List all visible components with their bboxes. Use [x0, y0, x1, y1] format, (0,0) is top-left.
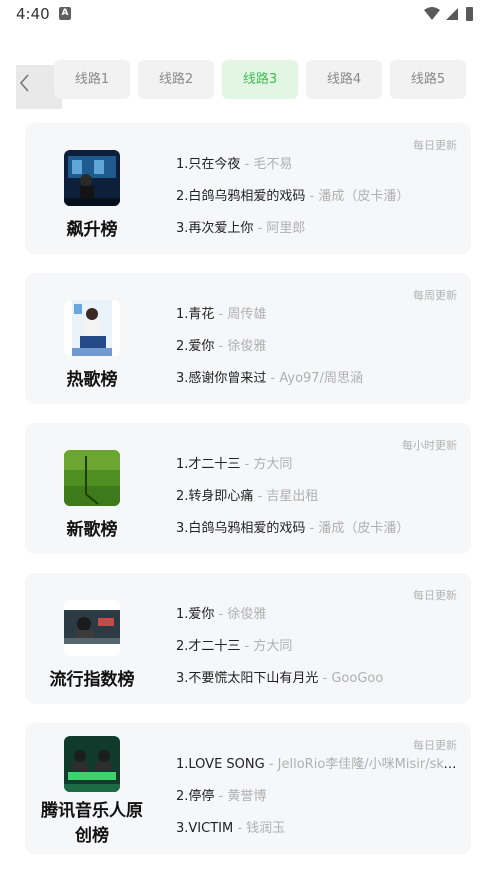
song-title: 3.不要慌太阳下山有月光 [176, 671, 319, 686]
system-status-icons [424, 7, 473, 21]
notification-icon: A [59, 7, 71, 20]
song-list: 1.青花 - 周传雄 2.爱你 - 徐俊雅 3.感谢你曾来过 - Ayo97/周… [176, 303, 464, 399]
chart-cover-image [64, 300, 120, 356]
chevron-left-icon [19, 74, 29, 92]
song-artist: - JelloRio李佳隆/小咪Misir/skysli... [264, 757, 464, 772]
chart-title: 新歌榜 [66, 520, 118, 540]
song-artist: - 潘成（皮卡潘） [305, 521, 410, 536]
song-artist: - 毛不易 [240, 157, 293, 172]
update-frequency: 每日更新 [413, 589, 457, 602]
song-artist: - 徐俊雅 [214, 339, 267, 354]
song-title: 2.白鸽乌鸦相爱的戏码 [176, 189, 306, 204]
song-title: 1.才二十三 [176, 457, 241, 472]
update-frequency: 每日更新 [413, 139, 457, 152]
wifi-icon [424, 7, 440, 20]
chart-card-pop-index[interactable]: 每日更新 流行指数榜 1.爱你 - 徐俊雅 2.才二十三 - 方大同 3.不要慌… [25, 573, 471, 704]
song-title: 2.爱你 [176, 339, 215, 354]
route-tabs: 线路1 线路2 线路3 线路4 线路5 [0, 56, 496, 109]
song-artist: - GooGoo [318, 671, 384, 686]
chart-title: 腾讯音乐人原创榜 [41, 801, 143, 846]
song-artist: - 方大同 [240, 457, 293, 472]
song-title: 2.才二十三 [176, 639, 241, 654]
tab-route-2[interactable]: 线路2 [138, 60, 214, 99]
song-title: 2.转身即心痛 [176, 489, 254, 504]
song-artist: - 黄誉博 [214, 789, 267, 804]
tab-route-1[interactable]: 线路1 [54, 60, 130, 99]
song-artist: - 徐俊雅 [214, 607, 267, 622]
song-item[interactable]: 3.感谢你曾来过 - Ayo97/周思涵 [176, 367, 464, 399]
song-item[interactable]: 2.才二十三 - 方大同 [176, 635, 464, 667]
song-item[interactable]: 2.白鸽乌鸦相爱的戏码 - 潘成（皮卡潘） [176, 185, 464, 217]
status-time: 4:40 [16, 5, 50, 23]
song-item[interactable]: 3.VICTIM - 钱润玉 [176, 817, 464, 849]
update-frequency: 每周更新 [413, 289, 457, 302]
song-title: 3.VICTIM [176, 821, 234, 836]
song-item[interactable]: 3.白鸽乌鸦相爱的戏码 - 潘成（皮卡潘） [176, 517, 464, 549]
song-artist: - 周传雄 [214, 307, 267, 322]
song-item[interactable]: 3.再次爱上你 - 阿里郎 [176, 217, 464, 249]
song-item[interactable]: 1.只在今夜 - 毛不易 [176, 153, 464, 185]
song-artist: - 钱润玉 [233, 821, 286, 836]
song-item[interactable]: 1.LOVE SONG - JelloRio李佳隆/小咪Misir/skysli… [176, 753, 464, 785]
song-list: 1.LOVE SONG - JelloRio李佳隆/小咪Misir/skysli… [176, 753, 464, 849]
song-item[interactable]: 3.不要慌太阳下山有月光 - GooGoo [176, 667, 464, 699]
song-title: 1.只在今夜 [176, 157, 241, 172]
song-artist: - 方大同 [240, 639, 293, 654]
song-list: 1.只在今夜 - 毛不易 2.白鸽乌鸦相爱的戏码 - 潘成（皮卡潘） 3.再次爱… [176, 153, 464, 249]
update-frequency: 每日更新 [413, 739, 457, 752]
tab-route-4[interactable]: 线路4 [306, 60, 382, 99]
song-title: 1.爱你 [176, 607, 215, 622]
song-artist: - 吉星出租 [253, 489, 319, 504]
chart-card-new[interactable]: 每小时更新 新歌榜 1.才二十三 - 方大同 2.转身即心痛 - 吉星出租 3.… [25, 423, 471, 554]
chart-cover-image [64, 600, 120, 656]
song-artist: - 阿里郎 [253, 221, 306, 236]
song-item[interactable]: 1.青花 - 周传雄 [176, 303, 464, 335]
status-bar: 4:40 A [0, 0, 496, 28]
battery-icon [466, 7, 473, 21]
song-item[interactable]: 2.爱你 - 徐俊雅 [176, 335, 464, 367]
song-title: 1.LOVE SONG [176, 757, 265, 772]
song-title: 3.白鸽乌鸦相爱的戏码 [176, 521, 306, 536]
song-artist: - 潘成（皮卡潘） [305, 189, 410, 204]
chart-card-hot[interactable]: 每周更新 热歌榜 1.青花 - 周传雄 2.爱你 - 徐俊雅 3.感谢你曾来过 … [25, 273, 471, 404]
update-frequency: 每小时更新 [402, 439, 457, 452]
song-item[interactable]: 1.才二十三 - 方大同 [176, 453, 464, 485]
song-artist: - Ayo97/周思涵 [266, 371, 363, 386]
song-item[interactable]: 2.转身即心痛 - 吉星出租 [176, 485, 464, 517]
song-item[interactable]: 2.停停 - 黄誉博 [176, 785, 464, 817]
song-item[interactable]: 1.爱你 - 徐俊雅 [176, 603, 464, 635]
song-list: 1.爱你 - 徐俊雅 2.才二十三 - 方大同 3.不要慌太阳下山有月光 - G… [176, 603, 464, 699]
song-title: 2.停停 [176, 789, 215, 804]
chart-card-tencent-original[interactable]: 每日更新 腾讯音乐人原创榜 1.LOVE SONG - JelloRio李佳隆/… [25, 723, 471, 854]
song-title: 3.感谢你曾来过 [176, 371, 267, 386]
chart-cover-image [64, 450, 120, 506]
chart-title: 飙升榜 [66, 220, 118, 240]
chart-title: 热歌榜 [66, 370, 118, 390]
chart-card-soaring[interactable]: 每日更新 飙升榜 1.只在今夜 - 毛不易 2.白鸽乌鸦相爱的戏码 - 潘成（皮… [25, 123, 471, 254]
tab-route-5[interactable]: 线路5 [390, 60, 466, 99]
song-title: 1.青花 [176, 307, 215, 322]
tab-route-3[interactable]: 线路3 [222, 60, 298, 99]
chart-cover-image [64, 736, 120, 792]
chart-cover-image [64, 150, 120, 206]
song-list: 1.才二十三 - 方大同 2.转身即心痛 - 吉星出租 3.白鸽乌鸦相爱的戏码 … [176, 453, 464, 549]
signal-icon [446, 8, 458, 20]
chart-title: 流行指数榜 [49, 670, 135, 690]
song-title: 3.再次爱上你 [176, 221, 254, 236]
